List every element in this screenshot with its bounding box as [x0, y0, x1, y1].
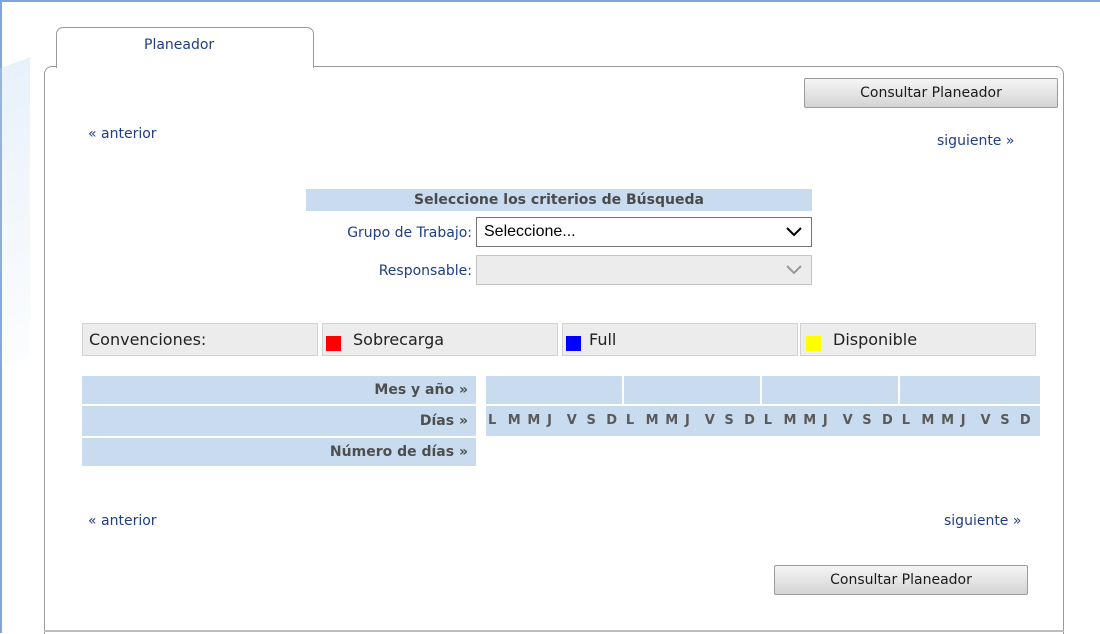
day-header-cell: L — [625, 413, 635, 428]
day-header-cell: M — [783, 413, 797, 428]
chevron-down-icon — [786, 227, 802, 237]
day-header-cell: M — [645, 413, 659, 428]
legend-label-full: Full — [589, 330, 617, 349]
day-header-cell: D — [882, 413, 893, 428]
day-header-cell: V — [842, 413, 853, 428]
day-header-cell: S — [724, 413, 734, 428]
day-header-cell: V — [980, 413, 991, 428]
day-header-cell: M — [527, 413, 541, 428]
day-header-cell: J — [822, 413, 828, 428]
tab-label: Planeador — [144, 37, 215, 53]
grid-row-numero: Número de días » — [82, 438, 476, 466]
legend-label-sobrecarga: Sobrecarga — [353, 330, 445, 349]
siguiente-link-top[interactable]: siguiente » — [937, 133, 1014, 149]
day-header-cell: L — [901, 413, 910, 428]
day-header-cell: L — [488, 413, 497, 428]
chevron-down-icon — [786, 265, 802, 275]
consultar-planeador-button-top[interactable]: Consultar Planeador — [804, 78, 1058, 108]
legend-item-full: Full — [562, 323, 798, 356]
day-header-cell: M — [921, 413, 935, 428]
grupo-trabajo-select[interactable]: Seleccione... — [476, 217, 812, 247]
day-header-cell: L — [763, 413, 773, 428]
day-header-cell: D — [1019, 413, 1031, 428]
criteria-title: Seleccione los criterios de Búsqueda — [306, 189, 812, 211]
day-header-cell: D — [744, 413, 755, 428]
day-header-cell: V — [566, 413, 577, 428]
month-cell — [762, 376, 898, 404]
consultar-planeador-button-bottom[interactable]: Consultar Planeador — [774, 565, 1028, 595]
day-header-cell: J — [960, 413, 966, 428]
day-header-cell: V — [704, 413, 715, 428]
legend-label-disponible: Disponible — [833, 330, 918, 349]
day-header-cell: S — [1000, 413, 1010, 428]
day-header-cell: J — [547, 413, 552, 428]
legend-item-sobrecarga: Sobrecarga — [322, 323, 558, 356]
month-cell — [486, 376, 622, 404]
month-cell — [900, 376, 1040, 404]
background-watermark — [0, 57, 30, 383]
blue-swatch-icon — [566, 336, 581, 351]
day-header-cell: M — [507, 413, 521, 428]
anterior-link-bottom[interactable]: « anterior — [88, 513, 157, 529]
legend-title-cell: Convenciones: — [82, 323, 318, 356]
siguiente-link-bottom[interactable]: siguiente » — [944, 513, 1021, 529]
grid-row-mes: Mes y año » — [82, 376, 476, 404]
tab-planeador[interactable]: Planeador — [56, 27, 314, 68]
grid-row-dias: Días » — [82, 406, 476, 436]
day-header-cell: M — [665, 413, 679, 428]
month-cell — [624, 376, 760, 404]
responsable-select[interactable] — [476, 255, 812, 285]
yellow-swatch-icon — [806, 336, 821, 351]
day-header-cell: M — [803, 413, 817, 428]
panel-bottom-border — [44, 630, 1064, 632]
red-swatch-icon — [326, 336, 341, 351]
grupo-trabajo-value: Seleccione... — [484, 223, 576, 240]
legend-title: Convenciones: — [89, 330, 207, 349]
day-header-cell: M — [941, 413, 955, 428]
day-header-cell: S — [862, 413, 872, 428]
day-header-cell: J — [685, 413, 690, 428]
day-header-cell: S — [586, 413, 596, 428]
page-frame-top — [0, 0, 1100, 2]
legend-item-disponible: Disponible — [800, 323, 1036, 356]
responsable-label: Responsable: — [378, 263, 472, 279]
grupo-trabajo-label: Grupo de Trabajo: — [347, 225, 472, 241]
anterior-link-top[interactable]: « anterior — [88, 126, 157, 142]
day-header-cell: D — [606, 413, 617, 428]
